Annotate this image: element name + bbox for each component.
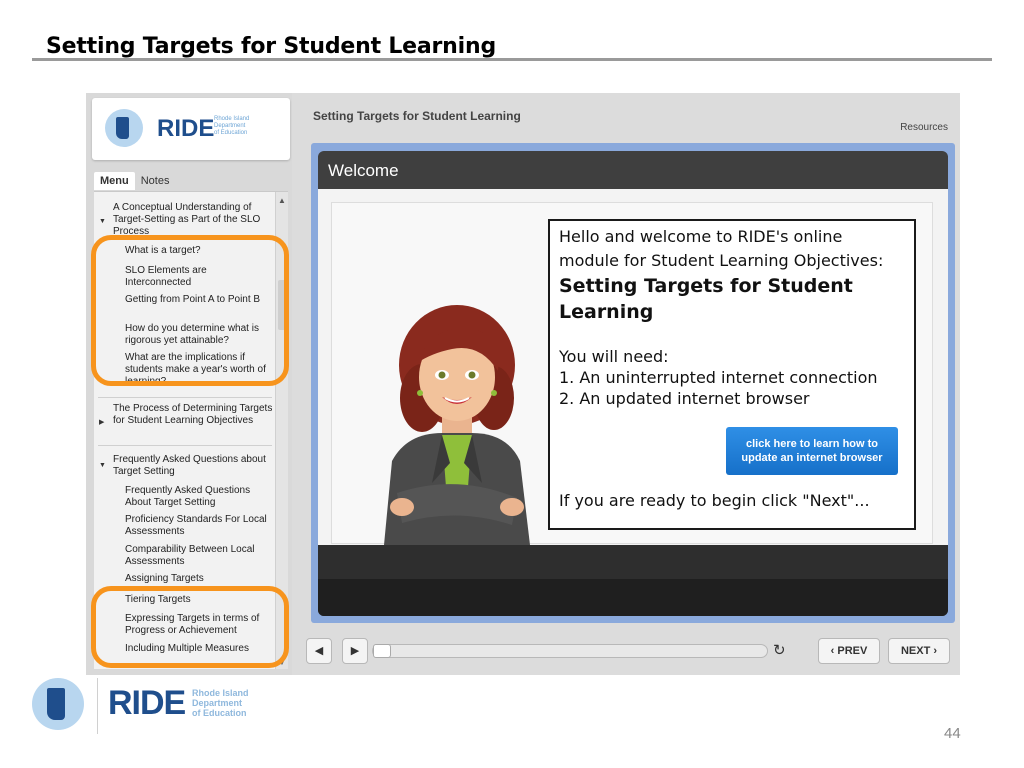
play-icon: ▶ xyxy=(350,645,360,657)
welcome-line-1: Hello and welcome to RIDE's online xyxy=(559,227,843,246)
content-card: Hello and welcome to RIDE's online modul… xyxy=(331,202,933,545)
state-shape-icon xyxy=(116,117,129,139)
ready-line: If you are ready to begin click "Next"..… xyxy=(559,491,870,510)
title-divider xyxy=(32,58,992,61)
stage-footer-bar xyxy=(318,579,948,616)
ride-logo: RIDE Rhode Island Department of Educatio… xyxy=(92,98,290,160)
footer-logo-subtitle: Rhode Island Department of Education xyxy=(192,688,249,718)
stage-title: Welcome xyxy=(328,161,399,180)
slide-title: Setting Targets for Student Learning xyxy=(46,34,496,59)
prev-label: PREV xyxy=(837,645,868,657)
module-title-line-1: Setting Targets for Student xyxy=(559,275,853,297)
highlight-box-top xyxy=(91,235,289,386)
section-label: A Conceptual Understanding of Target-Set… xyxy=(113,202,261,237)
welcome-textbox: Hello and welcome to RIDE's online modul… xyxy=(548,219,916,530)
module-title-line-2: Learning xyxy=(559,301,654,323)
menu-item-faq-target-setting[interactable]: Frequently Asked Questions About Target … xyxy=(125,485,273,509)
progress-bar[interactable] xyxy=(372,644,768,658)
section-label: Frequently Asked Questions about Target … xyxy=(113,454,266,477)
replay-icon[interactable]: ↻ xyxy=(773,641,786,659)
update-browser-button[interactable]: click here to learn how to update an int… xyxy=(726,427,898,475)
scroll-up-icon[interactable]: ▲ xyxy=(278,196,286,205)
presenter-character-illustration xyxy=(384,305,530,545)
need-item-1: 1. An uninterrupted internet connection xyxy=(559,368,878,387)
footer-divider xyxy=(97,678,98,734)
sidebar: RIDE Rhode Island Department of Educatio… xyxy=(86,93,292,675)
menu-item-comparability[interactable]: Comparability Between Local Assessments xyxy=(125,544,273,568)
footer-logo-text: RIDE xyxy=(108,684,186,722)
tab-notes[interactable]: Notes xyxy=(135,172,176,190)
welcome-line-2: module for Student Learning Objectives: xyxy=(559,251,884,270)
course-player: RIDE Rhode Island Department of Educatio… xyxy=(86,93,960,675)
tab-menu[interactable]: Menu xyxy=(94,172,135,190)
expanded-arrow-icon: ▼ xyxy=(99,218,106,225)
next-label: NEXT xyxy=(900,645,931,657)
progress-knob[interactable] xyxy=(373,644,391,658)
section-label: The Process of Determining Targets for S… xyxy=(113,403,273,426)
player-title: Setting Targets for Student Learning xyxy=(313,109,521,123)
menu-divider xyxy=(98,445,272,446)
menu-item-proficiency-standards[interactable]: Proficiency Standards For Local Assessme… xyxy=(125,514,273,538)
chevron-right-icon: › xyxy=(933,645,938,657)
playback-controls: ◀ ▶ ↻ ‹ PREV NEXT › xyxy=(306,638,956,666)
next-button[interactable]: NEXT › xyxy=(888,638,950,664)
page-number: 44 xyxy=(944,725,961,742)
play-button[interactable]: ▶ xyxy=(342,638,368,664)
slide-stage: Welcome Hello and welcome to RIDE's onli… xyxy=(311,143,955,623)
logo-text: RIDE xyxy=(157,115,215,142)
stage-frame: Welcome Hello and welcome to RIDE's onli… xyxy=(318,151,948,616)
resources-link[interactable]: Resources xyxy=(900,122,948,133)
prev-button[interactable]: ‹ PREV xyxy=(818,638,880,664)
expanded-arrow-icon: ▼ xyxy=(99,462,106,469)
need-item-2: 2. An updated internet browser xyxy=(559,389,810,408)
collapsed-arrow-icon: ▶ xyxy=(99,419,105,426)
sidebar-tabs: Menu Notes xyxy=(94,171,175,191)
slide-content: Hello and welcome to RIDE's online modul… xyxy=(318,189,948,545)
menu-item-assigning-targets[interactable]: Assigning Targets xyxy=(125,573,273,585)
logo-subtitle: Rhode Island Department of Education xyxy=(214,116,250,136)
need-heading: You will need: xyxy=(559,347,669,366)
highlight-box-bottom xyxy=(91,586,289,668)
menu-divider xyxy=(98,397,272,398)
footer-state-icon xyxy=(47,688,65,720)
stage-bottom-bar xyxy=(318,545,948,579)
speaker-icon: ◀ xyxy=(314,645,324,657)
chevron-left-icon: ‹ xyxy=(830,645,835,657)
volume-button[interactable]: ◀ xyxy=(306,638,332,664)
